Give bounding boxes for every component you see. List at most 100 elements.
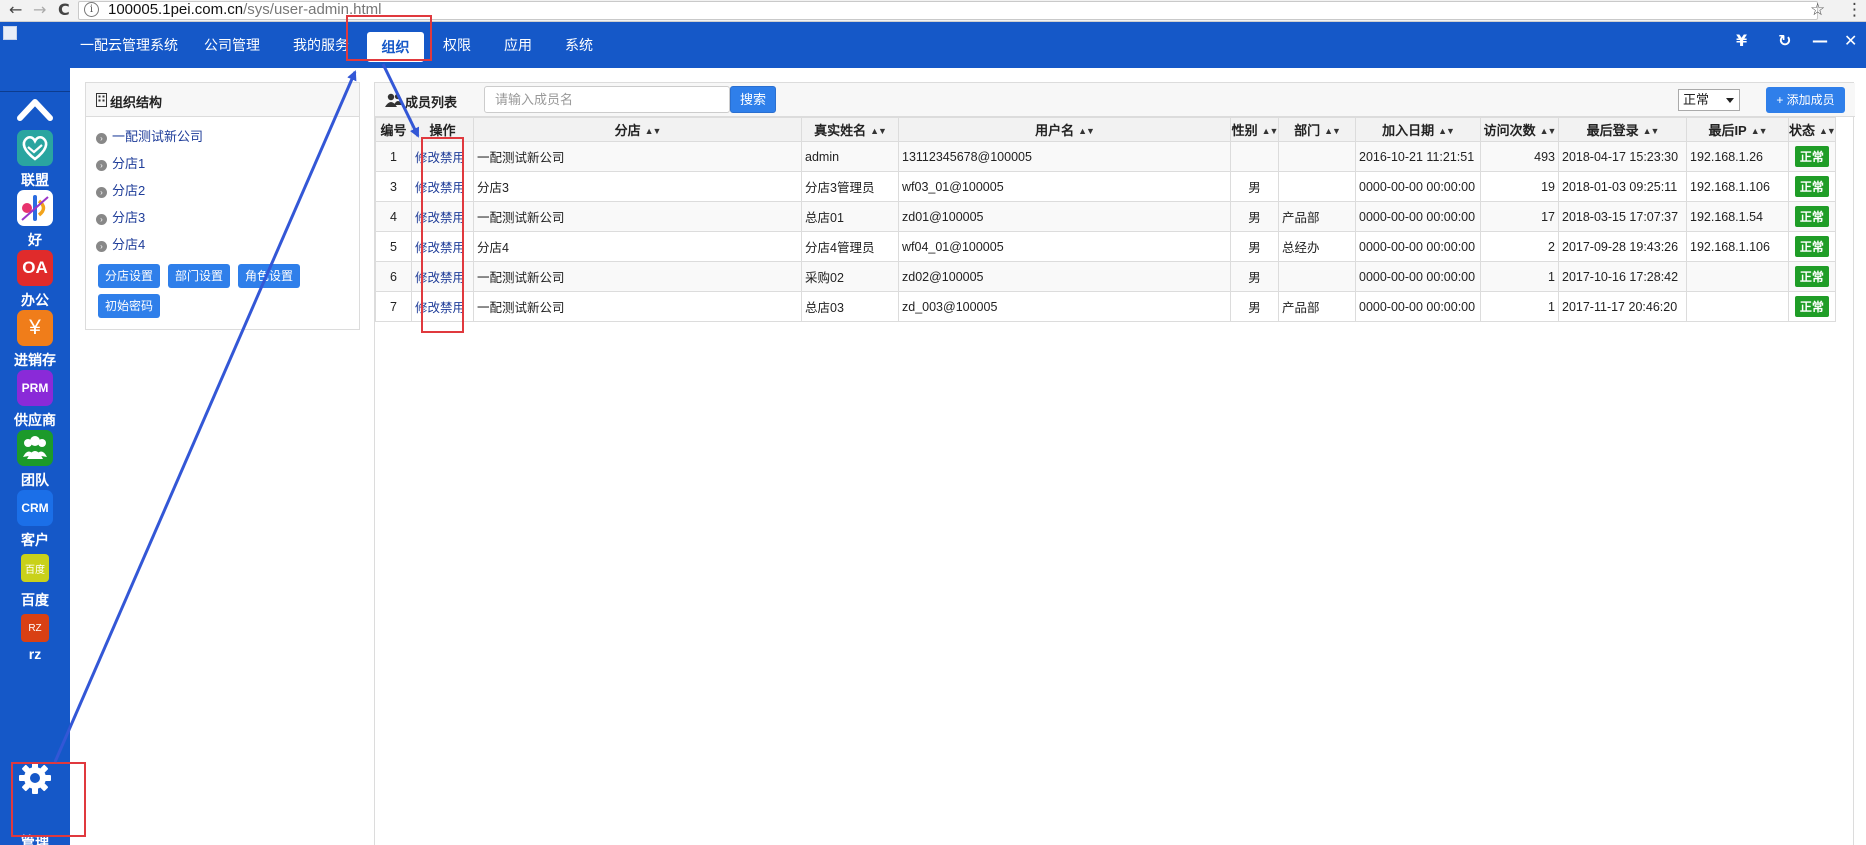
logo-image <box>0 22 70 92</box>
chevron-up-icon[interactable] <box>17 96 53 122</box>
column-header-id[interactable]: 编号 <box>375 117 412 142</box>
column-header-visits[interactable]: 访问次数 ▲▼ <box>1480 117 1559 142</box>
edit-link[interactable]: 修改 <box>415 211 440 225</box>
cell-join-date: 2016-10-21 11:21:51 <box>1355 141 1481 172</box>
disable-link[interactable]: 禁用 <box>440 211 465 225</box>
tree-node-branch3[interactable]: › 分店3 <box>96 207 145 227</box>
sidebar-item-manage[interactable]: 管理 <box>0 762 70 845</box>
nav-system[interactable]: 系统 <box>565 35 593 55</box>
search-button[interactable]: 搜索 <box>730 86 776 113</box>
column-header-username[interactable]: 用户名 ▲▼ <box>898 117 1231 142</box>
column-header-gender[interactable]: 性别 ▲▼ <box>1230 117 1279 142</box>
sidebar-item-label: 进销存 <box>14 352 56 368</box>
edit-link[interactable]: 修改 <box>415 241 440 255</box>
org-panel-title: 组织结构 <box>110 95 163 110</box>
yen-icon: ¥ <box>17 310 53 346</box>
table-row: 6 修改禁用 一配测试新公司 采购02 zd02@100005 男 0000-00-00 0… <box>375 261 1836 292</box>
department-settings-button[interactable]: 部门设置 <box>168 264 230 288</box>
column-header-last-ip[interactable]: 最后IP ▲▼ <box>1686 117 1789 142</box>
cell-last-login: 2017-10-16 17:28:42 <box>1558 261 1687 292</box>
cell-branch: 一配测试新公司 <box>473 261 802 292</box>
nav-system-title[interactable]: 一配云管理系统 <box>80 35 178 55</box>
browser-menu-icon[interactable]: ⋮ <box>1846 0 1863 20</box>
top-navigation: 一配云管理系统 公司管理 我的服务 组织 权限 应用 系统 ¥ ↻ — ✕ <box>70 22 1866 68</box>
cell-username: zd01@100005 <box>898 201 1231 232</box>
initial-password-button[interactable]: 初始密码 <box>98 294 160 318</box>
disable-link[interactable]: 禁用 <box>440 181 465 195</box>
back-arrow-icon[interactable]: ← <box>9 0 22 20</box>
status-badge[interactable]: 正常 <box>1794 206 1829 227</box>
disable-link[interactable]: 禁用 <box>440 151 465 165</box>
close-icon[interactable]: ✕ <box>1844 31 1857 50</box>
cell-id: 6 <box>375 261 412 292</box>
add-member-button[interactable]: + 添加成员 <box>1766 87 1845 113</box>
tree-node-branch1[interactable]: › 分店1 <box>96 153 145 173</box>
tree-node-label: 分店1 <box>112 156 146 171</box>
branch-settings-button[interactable]: 分店设置 <box>98 264 160 288</box>
sort-icon: ▲▼ <box>1438 126 1455 136</box>
site-info-icon[interactable]: i <box>84 2 99 17</box>
status-badge[interactable]: 正常 <box>1794 236 1829 257</box>
minimize-icon[interactable]: — <box>1812 31 1828 50</box>
cell-join-date: 0000-00-00 00:00:00 <box>1355 261 1481 292</box>
disable-link[interactable]: 禁用 <box>440 301 465 315</box>
chevron-right-icon: › <box>96 241 107 252</box>
cell-actions: 修改禁用 <box>411 291 474 322</box>
nav-my-services[interactable]: 我的服务 <box>293 35 349 55</box>
member-search-input[interactable] <box>484 86 730 113</box>
cell-gender: 男 <box>1230 231 1279 262</box>
column-header-branch[interactable]: 分店 ▲▼ <box>473 117 802 142</box>
tree-node-label: 分店4 <box>112 237 146 252</box>
love-colorful-icon <box>17 190 53 226</box>
tree-node-company[interactable]: › 一配测试新公司 <box>96 126 203 146</box>
forward-arrow-icon[interactable]: → <box>33 0 46 20</box>
column-header-status[interactable]: 状态 ▲▼ <box>1788 117 1836 142</box>
edit-link[interactable]: 修改 <box>415 301 440 315</box>
column-header-last-login[interactable]: 最后登录 ▲▼ <box>1558 117 1687 142</box>
bookmark-star-icon[interactable]: ☆ <box>1810 0 1825 20</box>
cell-gender <box>1230 141 1279 172</box>
disable-link[interactable]: 禁用 <box>440 241 465 255</box>
yen-icon[interactable]: ¥ <box>1736 31 1747 50</box>
status-filter-select[interactable]: 正常 <box>1678 89 1740 111</box>
status-badge[interactable]: 正常 <box>1794 296 1829 317</box>
edit-link[interactable]: 修改 <box>415 271 440 285</box>
sidebar-item-rz[interactable]: RZ rz <box>0 610 70 682</box>
address-url[interactable]: 100005.1pei.com.cn/sys/user-admin.html <box>108 1 381 19</box>
status-badge[interactable]: 正常 <box>1794 266 1829 287</box>
cell-real-name: admin <box>801 141 899 172</box>
disable-link[interactable]: 禁用 <box>440 271 465 285</box>
member-panel-title: 成员列表 <box>405 95 458 110</box>
column-header-join-date[interactable]: 加入日期 ▲▼ <box>1355 117 1481 142</box>
cell-status: 正常 <box>1788 201 1836 232</box>
column-header-label: 最后IP <box>1708 123 1747 138</box>
cell-visits: 493 <box>1480 141 1559 172</box>
column-header-real-name[interactable]: 真实姓名 ▲▼ <box>801 117 899 142</box>
nav-permissions[interactable]: 权限 <box>443 35 471 55</box>
tree-node-branch2[interactable]: › 分店2 <box>96 180 145 200</box>
cell-last-login: 2017-09-28 19:43:26 <box>1558 231 1687 262</box>
cell-visits: 2 <box>1480 231 1559 262</box>
reload-icon[interactable]: C <box>58 0 70 20</box>
tree-node-label: 分店3 <box>112 210 146 225</box>
column-header-label: 最后登录 <box>1586 123 1639 138</box>
column-header-actions: 操作 <box>411 117 474 142</box>
status-badge[interactable]: 正常 <box>1794 176 1829 197</box>
nav-applications[interactable]: 应用 <box>504 35 532 55</box>
column-header-label: 性别 <box>1231 123 1258 138</box>
cell-status: 正常 <box>1788 171 1836 202</box>
building-icon <box>96 93 107 107</box>
nav-organization[interactable]: 组织 <box>367 32 424 62</box>
oa-icon: OA <box>17 250 53 286</box>
tree-node-branch4[interactable]: › 分店4 <box>96 234 145 254</box>
nav-company-management[interactable]: 公司管理 <box>204 35 260 55</box>
refresh-icon[interactable]: ↻ <box>1778 31 1791 50</box>
column-header-department[interactable]: 部门 ▲▼ <box>1278 117 1356 142</box>
cell-last-ip: 192.168.1.106 <box>1686 171 1789 202</box>
edit-link[interactable]: 修改 <box>415 151 440 165</box>
role-settings-button[interactable]: 角色设置 <box>238 264 300 288</box>
edit-link[interactable]: 修改 <box>415 181 440 195</box>
status-badge[interactable]: 正常 <box>1794 146 1829 167</box>
sidebar-item-label: 办公 <box>21 292 49 308</box>
column-header-label: 编号 <box>380 123 407 138</box>
